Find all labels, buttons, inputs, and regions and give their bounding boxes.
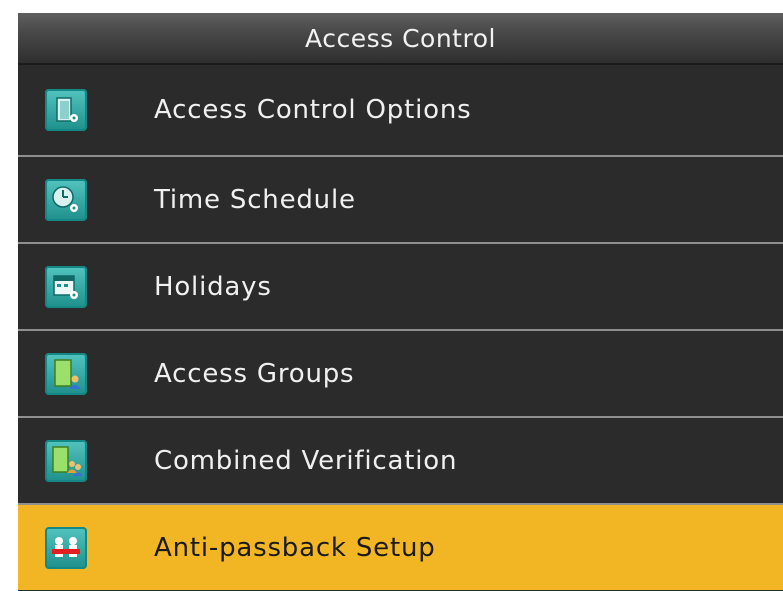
menu-item-label: Access Control Options xyxy=(154,95,472,125)
menu-item-access-control-options[interactable]: Access Control Options xyxy=(18,65,783,155)
calendar-settings-icon xyxy=(45,265,87,308)
menu-item-holidays[interactable]: Holidays xyxy=(18,242,783,329)
title-bar: Access Control xyxy=(18,13,783,65)
menu-item-label: Combined Verification xyxy=(154,445,458,476)
door-users-icon xyxy=(45,439,87,482)
menu-item-label: Access Groups xyxy=(154,358,355,389)
access-control-screen: Access Control Access Control Options Ti… xyxy=(18,13,783,591)
menu-item-time-schedule[interactable]: Time Schedule xyxy=(18,155,783,242)
menu-item-access-groups[interactable]: Access Groups xyxy=(18,329,783,416)
menu-item-anti-passback-setup[interactable]: Anti-passback Setup xyxy=(18,503,783,590)
menu-item-label: Time Schedule xyxy=(154,184,356,215)
access-control-menu: Access Control Options Time Schedule Hol… xyxy=(18,65,783,590)
menu-item-label: Holidays xyxy=(154,271,272,302)
door-settings-icon xyxy=(45,89,87,131)
menu-item-label: Anti-passback Setup xyxy=(154,532,436,563)
anti-passback-icon xyxy=(45,526,87,569)
menu-item-combined-verification[interactable]: Combined Verification xyxy=(18,416,783,503)
door-user-icon xyxy=(45,352,87,395)
clock-settings-icon xyxy=(45,178,87,221)
page-title: Access Control xyxy=(305,23,496,53)
